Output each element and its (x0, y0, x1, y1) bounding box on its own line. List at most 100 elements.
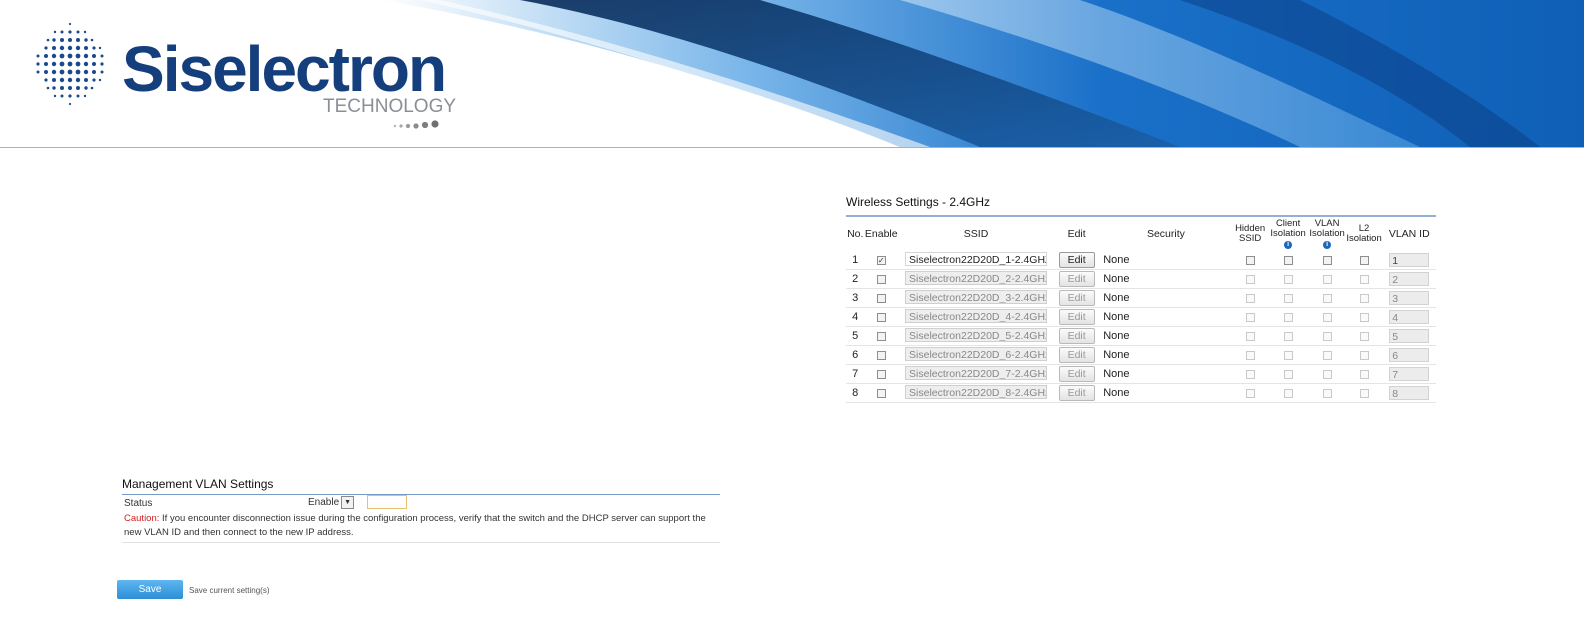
l2-isolation-checkbox[interactable] (1359, 350, 1369, 360)
l2-isolation-checkbox[interactable] (1359, 388, 1369, 398)
client-isolation-checkbox[interactable] (1283, 388, 1293, 398)
row-number: 7 (846, 364, 865, 384)
ssid-input[interactable]: Siselectron22D20D_7-2.4GHz (905, 365, 1048, 380)
hidden-ssid-cell (1232, 288, 1268, 308)
col-header-security: Security (1146, 227, 1185, 240)
ssid-input[interactable]: Siselectron22D20D_5-2.4GHz (905, 327, 1048, 342)
ssid-input[interactable]: Siselectron22D20D_2-2.4GHz (905, 270, 1048, 285)
l2-isolation-checkbox[interactable] (1359, 312, 1369, 322)
client-isolation-cell (1267, 383, 1309, 403)
enable-cell (864, 269, 899, 289)
enable-cell (864, 326, 899, 346)
ssid-cell: Siselectron22D20D_6-2.4GHz (898, 345, 1055, 365)
vlan-isolation-checkbox[interactable] (1322, 255, 1332, 265)
client-isolation-checkbox[interactable] (1283, 369, 1293, 379)
client-isolation-checkbox[interactable] (1283, 312, 1293, 322)
vlan-id-cell: 1 (1382, 251, 1436, 270)
ssid-input[interactable]: Siselectron22D20D_6-2.4GHz (905, 346, 1048, 361)
edit-button[interactable]: Edit (1058, 366, 1095, 382)
vlan-isolation-checkbox[interactable] (1322, 331, 1332, 341)
header-banner: Siselectron TECHNOLOGY (0, 0, 1584, 148)
hidden-ssid-line2: SSID (1239, 233, 1262, 244)
client-isolation-checkbox[interactable] (1283, 274, 1293, 284)
chevron-down-icon[interactable]: ▼ (341, 496, 355, 509)
enable-checkbox[interactable]: ✓ (876, 255, 886, 265)
edit-button[interactable]: Edit (1058, 271, 1095, 287)
client-isolation-checkbox[interactable] (1283, 331, 1293, 341)
vlan-id-input[interactable]: 1 (1389, 253, 1430, 267)
vlan-isolation-checkbox[interactable] (1322, 274, 1332, 284)
edit-button[interactable]: Edit (1058, 309, 1095, 325)
hidden-ssid-checkbox[interactable] (1245, 274, 1255, 284)
vlan-id-input[interactable]: 3 (1389, 291, 1430, 305)
col-header-enable: Enable (864, 227, 898, 240)
enable-checkbox[interactable] (876, 369, 886, 379)
enable-checkbox[interactable] (876, 293, 886, 303)
ssid-input[interactable]: Siselectron22D20D_4-2.4GHz (905, 308, 1048, 323)
client-isolation-cell (1267, 364, 1309, 384)
status-select[interactable]: Enable ▼ (308, 496, 355, 509)
edit-button[interactable]: Edit (1058, 385, 1095, 401)
globe-logo-icon (36, 22, 104, 106)
vlan-isolation-info-icon[interactable]: i (1323, 241, 1332, 249)
vlan-isolation-checkbox[interactable] (1322, 293, 1332, 303)
edit-button[interactable]: Edit (1058, 252, 1095, 268)
l2-isolation-checkbox[interactable] (1359, 255, 1369, 265)
vlan-isolation-cell (1308, 307, 1346, 327)
hidden-ssid-checkbox[interactable] (1245, 350, 1255, 360)
security-value: None (1099, 364, 1233, 384)
client-isolation-cell (1267, 345, 1309, 365)
enable-checkbox[interactable] (876, 312, 886, 322)
enable-checkbox[interactable] (876, 350, 886, 360)
edit-cell: Edit (1054, 307, 1100, 327)
client-isolation-checkbox[interactable] (1283, 350, 1293, 360)
vlan-id-input[interactable]: 2 (1389, 272, 1430, 286)
l2-isolation-checkbox[interactable] (1359, 274, 1369, 284)
save-button[interactable]: Save (117, 580, 183, 599)
enable-checkbox[interactable] (876, 331, 886, 341)
vlan-id-input[interactable]: 5 (1389, 329, 1430, 343)
hidden-ssid-checkbox[interactable] (1245, 388, 1255, 398)
hidden-ssid-checkbox[interactable] (1245, 293, 1255, 303)
edit-button[interactable]: Edit (1058, 328, 1095, 344)
client-isolation-cell (1267, 269, 1309, 289)
l2-isolation-checkbox[interactable] (1359, 369, 1369, 379)
vlan-id-input[interactable]: 6 (1389, 348, 1430, 362)
vlan-isolation-checkbox[interactable] (1322, 388, 1332, 398)
enable-checkbox[interactable] (876, 274, 886, 284)
l2-isolation-checkbox[interactable] (1359, 331, 1369, 341)
hidden-ssid-checkbox[interactable] (1245, 331, 1255, 341)
vlan-isolation-checkbox[interactable] (1322, 312, 1332, 322)
vlan-id-input[interactable]: 7 (1389, 367, 1430, 381)
client-isolation-checkbox[interactable] (1283, 255, 1293, 265)
l2-isolation-cell (1345, 251, 1383, 270)
client-isolation-info-icon[interactable]: i (1284, 241, 1293, 249)
vlan-id-input[interactable]: 4 (1389, 310, 1430, 324)
col-header-vlan-id: VLAN ID (1388, 227, 1430, 240)
edit-button[interactable]: Edit (1058, 347, 1095, 363)
table-row: 3 Siselectron22D20D_3-2.4GHz Edit None 3 (846, 288, 1436, 308)
client-isolation-checkbox[interactable] (1283, 293, 1293, 303)
hidden-ssid-cell (1232, 345, 1268, 365)
security-value: None (1099, 269, 1233, 289)
vlan-isolation-checkbox[interactable] (1322, 350, 1332, 360)
hidden-ssid-checkbox[interactable] (1245, 255, 1255, 265)
enable-checkbox[interactable] (876, 388, 886, 398)
vlan-id-input[interactable] (367, 495, 407, 509)
hidden-ssid-cell (1232, 269, 1268, 289)
hidden-ssid-checkbox[interactable] (1245, 369, 1255, 379)
row-number: 8 (846, 383, 865, 403)
vlan-isolation-cell (1308, 288, 1346, 308)
vlan-isolation-checkbox[interactable] (1322, 369, 1332, 379)
edit-cell: Edit (1054, 288, 1100, 308)
edit-button[interactable]: Edit (1058, 290, 1095, 306)
ssid-input[interactable]: Siselectron22D20D_1-2.4GHZ (905, 251, 1048, 266)
wireless-settings-title: Wireless Settings - 2.4GHz (846, 195, 991, 209)
l2-isolation-checkbox[interactable] (1359, 293, 1369, 303)
hidden-ssid-checkbox[interactable] (1245, 312, 1255, 322)
vlan-id-input[interactable]: 8 (1389, 386, 1430, 400)
row-number: 5 (846, 326, 865, 346)
section-divider (122, 542, 720, 543)
ssid-input[interactable]: Siselectron22D20D_8-2.4GHz (905, 384, 1048, 399)
ssid-input[interactable]: Siselectron22D20D_3-2.4GHz (905, 289, 1048, 304)
